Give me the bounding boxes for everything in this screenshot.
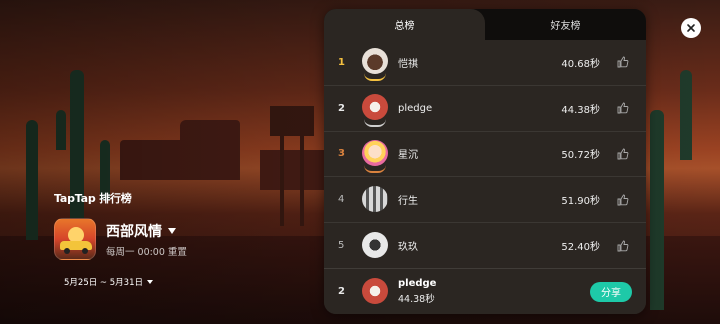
thumbs-up-icon[interactable] [616, 55, 630, 69]
rank-number: 5 [338, 240, 345, 252]
game-meta: 西部风情 每周一 00:00 重置 [106, 221, 187, 258]
tab-overall[interactable]: 总榜 [324, 9, 485, 40]
game-icon [54, 218, 96, 260]
close-button[interactable] [681, 18, 701, 38]
rank-number: 1 [338, 56, 345, 68]
date-range-selector[interactable]: 5月25日 ~ 5月31日 [64, 276, 314, 288]
my-score: 44.38秒 [398, 294, 435, 305]
my-rank-row: 2 pledge 44.38秒 分享 [324, 268, 646, 314]
player-name: 星沉 [398, 150, 418, 162]
avatar[interactable] [360, 93, 390, 128]
player-name: 玖玖 [398, 242, 418, 254]
date-range-text: 5月25日 ~ 5月31日 [64, 278, 143, 288]
chevron-down-icon [146, 280, 153, 284]
avatar[interactable] [360, 231, 390, 261]
close-icon [687, 24, 695, 32]
leaderboard-row: 4 行生 51.90秒 [324, 177, 646, 224]
laurel-icon [364, 73, 386, 82]
tab-bar: 总榜 好友榜 [324, 9, 646, 40]
leaderboard-row: 1 恺祺 40.68秒 [324, 40, 646, 86]
thumbs-up-icon[interactable] [616, 101, 630, 115]
laurel-icon [364, 165, 386, 173]
brand-title: TapTap 排行榜 [54, 192, 132, 205]
thumbs-up-icon[interactable] [616, 147, 630, 161]
game-title-text: 西部风情 [106, 223, 162, 240]
leaderboard-list: 1 恺祺 40.68秒 2 pledge 44.38秒 3 星沉 50.72秒 … [324, 40, 646, 269]
player-score: 51.90秒 [561, 196, 600, 208]
laurel-icon [364, 119, 386, 128]
game-selector[interactable]: 西部风情 每周一 00:00 重置 [54, 218, 314, 260]
leaderboard-panel: 总榜 好友榜 1 恺祺 40.68秒 2 pledge 44.38秒 3 星沉 … [324, 9, 646, 314]
rank-number: 4 [338, 194, 345, 206]
player-name: 行生 [398, 196, 418, 208]
tab-friends[interactable]: 好友榜 [485, 9, 646, 40]
avatar[interactable] [360, 47, 390, 82]
my-meta: pledge 44.38秒 [398, 278, 590, 305]
player-score: 40.68秒 [561, 58, 600, 70]
reset-info: 每周一 00:00 重置 [106, 246, 187, 258]
chevron-down-icon [168, 227, 176, 234]
player-score: 44.38秒 [561, 104, 600, 116]
player-score: 52.40秒 [561, 242, 600, 254]
thumbs-up-icon[interactable] [616, 193, 630, 207]
my-rank-number: 2 [338, 286, 345, 297]
my-avatar[interactable] [360, 277, 390, 307]
player-score: 50.72秒 [561, 150, 600, 162]
leaderboard-row: 2 pledge 44.38秒 [324, 86, 646, 132]
leaderboard-row: 3 星沉 50.72秒 [324, 132, 646, 178]
avatar[interactable] [360, 185, 390, 215]
player-name: 恺祺 [398, 58, 418, 70]
avatar[interactable] [360, 139, 390, 173]
leaderboard-row: 5 玖玖 52.40秒 [324, 223, 646, 269]
rank-number: 2 [338, 102, 345, 114]
my-name: pledge [398, 278, 437, 289]
game-title[interactable]: 西部风情 [106, 221, 187, 241]
thumbs-up-icon[interactable] [616, 239, 630, 253]
game-info: TapTap 排行榜 西部风情 每周一 00:00 重置 5月25日 ~ 5月3… [54, 190, 314, 288]
rank-number: 3 [338, 148, 345, 160]
share-button[interactable]: 分享 [590, 281, 632, 302]
player-name: pledge [398, 102, 433, 114]
